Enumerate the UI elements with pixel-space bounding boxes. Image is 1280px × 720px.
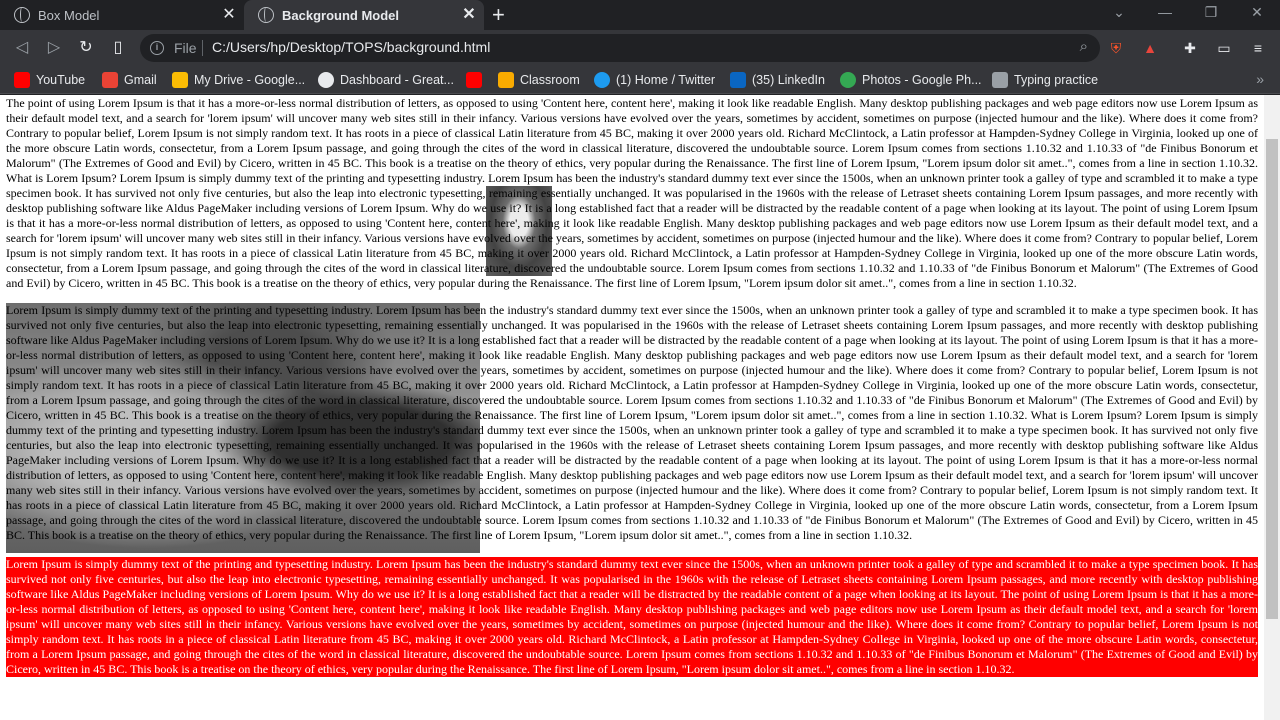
gmail-icon — [102, 72, 118, 88]
paragraph-block-3: Lorem Ipsum is simply dummy text of the … — [6, 557, 1258, 677]
bookmark-label: My Drive - Google... — [194, 73, 306, 87]
bookmark-classroom[interactable]: Classroom — [498, 71, 580, 89]
tab-box-model[interactable]: Box Model ✕ — [0, 0, 244, 30]
reload-icon[interactable]: ↻ — [76, 38, 96, 58]
wallet-icon[interactable]: ▭ — [1214, 38, 1234, 58]
tab-title: Background Model — [282, 7, 400, 23]
info-icon[interactable]: i — [150, 41, 164, 55]
zoom-icon[interactable]: ⌕ — [1080, 38, 1088, 55]
back-icon[interactable]: ◁ — [12, 38, 32, 58]
google-icon — [318, 72, 334, 88]
bookmark-dashboard[interactable]: Dashboard - Great... — [318, 71, 454, 89]
extensions-icon[interactable]: ✚ — [1180, 38, 1200, 58]
forward-icon[interactable]: ▷ — [44, 38, 64, 58]
bookmarks-bar: YouTube Gmail My Drive - Google... Dashb… — [0, 66, 1280, 94]
bookmark-label: Classroom — [520, 73, 580, 87]
paragraph-text: Lorem Ipsum is simply dummy text of the … — [6, 557, 1258, 676]
globe-icon — [14, 7, 30, 23]
youtube-icon — [14, 72, 30, 88]
bookmark-label: YouTube — [36, 73, 86, 87]
bookmark-linkedin[interactable]: (35) LinkedIn — [730, 71, 825, 89]
typing-icon — [992, 72, 1008, 88]
brave-rewards-icon[interactable]: ▲ — [1140, 38, 1160, 58]
bookmark-youtube-2[interactable] — [466, 71, 488, 89]
tab-background-model[interactable]: Background Model ✕ — [244, 0, 484, 30]
bookmark-icon[interactable]: ▯ — [108, 38, 128, 58]
drive-icon — [172, 72, 188, 88]
tab-strip: Box Model ✕ Background Model ✕ + ⌄ — ❐ ✕ — [0, 0, 1280, 30]
brave-shield-icon[interactable]: ⛨ — [1106, 38, 1126, 58]
photos-icon — [840, 72, 856, 88]
classroom-icon — [498, 72, 514, 88]
bookmark-label: (35) LinkedIn — [752, 73, 825, 87]
tab-search-icon[interactable]: ⌄ — [1104, 4, 1134, 21]
scheme-label: File — [174, 40, 197, 56]
bookmark-label: Gmail — [124, 73, 157, 87]
scrollbar-thumb[interactable] — [1266, 139, 1278, 619]
minimize-icon[interactable]: — — [1150, 4, 1180, 20]
tab-title: Box Model — [38, 7, 100, 23]
toolbar: ◁ ▷ ↻ ▯ i File C:/Users/hp/Desktop/TOPS/… — [0, 30, 1280, 66]
address-bar[interactable]: i File C:/Users/hp/Desktop/TOPS/backgrou… — [140, 34, 1100, 62]
paragraph-text: passages, and more recently with desktop… — [6, 96, 1258, 290]
bookmark-label: Typing practice — [1014, 73, 1099, 87]
paragraph-block-2: Lorem Ipsum is simply dummy text of the … — [6, 303, 1258, 553]
scrollbar[interactable] — [1264, 95, 1280, 720]
url-text[interactable]: C:/Users/hp/Desktop/TOPS/background.html — [212, 39, 490, 55]
close-window-icon[interactable]: ✕ — [1242, 4, 1272, 21]
bookmark-photos[interactable]: Photos - Google Ph... — [840, 71, 982, 89]
chevron-right-icon[interactable]: » — [1256, 71, 1264, 87]
paragraph-block-1: passages, and more recently with desktop… — [6, 95, 1258, 291]
close-tab-icon[interactable]: ✕ — [460, 6, 478, 24]
bookmark-gmail[interactable]: Gmail — [102, 71, 157, 89]
new-tab-button[interactable]: + — [492, 4, 505, 26]
bookmark-label: Photos - Google Ph... — [862, 73, 982, 87]
bookmark-typing[interactable]: Typing practice — [992, 71, 1098, 89]
bookmark-drive[interactable]: My Drive - Google... — [172, 71, 305, 89]
page-viewport: passages, and more recently with desktop… — [0, 95, 1264, 720]
bookmark-label: Dashboard - Great... — [340, 73, 454, 87]
bookmark-label: (1) Home / Twitter — [616, 73, 716, 87]
menu-icon[interactable]: ≡ — [1248, 38, 1268, 58]
twitter-icon — [594, 72, 610, 88]
close-tab-icon[interactable]: ✕ — [220, 6, 238, 24]
divider — [202, 40, 203, 56]
bookmark-twitter[interactable]: (1) Home / Twitter — [594, 71, 715, 89]
linkedin-icon — [730, 72, 746, 88]
bookmark-youtube[interactable]: YouTube — [14, 71, 85, 89]
restore-icon[interactable]: ❐ — [1196, 4, 1226, 21]
page-content: passages, and more recently with desktop… — [6, 95, 1258, 677]
paragraph-text: Lorem Ipsum is simply dummy text of the … — [6, 303, 1258, 542]
globe-icon — [258, 7, 274, 23]
youtube-icon — [466, 72, 482, 88]
